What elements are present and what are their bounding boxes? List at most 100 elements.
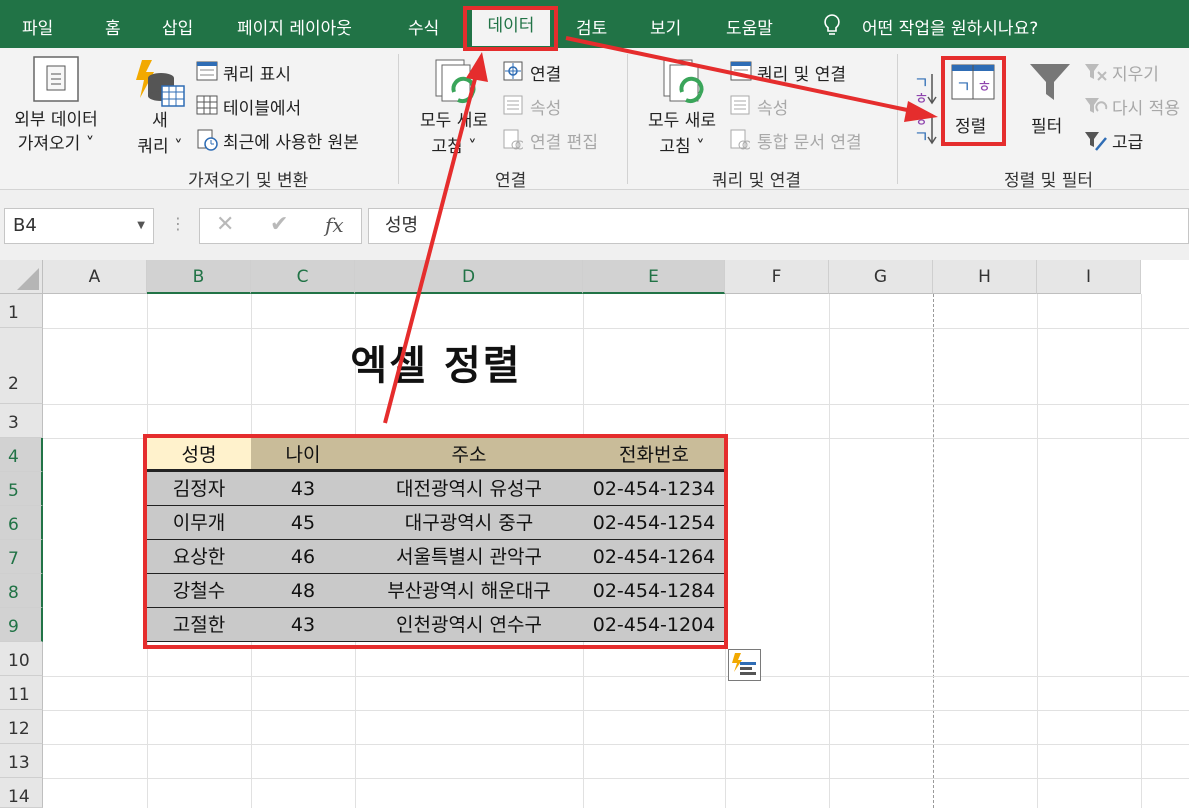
column-header-g[interactable]: G: [829, 260, 933, 294]
highlight-box-table: [143, 434, 728, 649]
row-header-5[interactable]: 5: [0, 472, 43, 506]
name-box-value: B4: [13, 215, 37, 236]
row-header-4[interactable]: 4: [0, 438, 43, 472]
insert-function-icon[interactable]: fx: [325, 213, 344, 237]
quick-analysis-icon: [732, 653, 756, 675]
column-header-b[interactable]: B: [147, 260, 251, 294]
gridline: [1037, 294, 1038, 808]
group-title-queries-connections: 쿼리 및 연결: [712, 171, 802, 191]
tell-me-search[interactable]: 어떤 작업을 원하시나요?: [862, 14, 1038, 39]
reapply-icon: [1085, 98, 1108, 113]
gridline: [43, 778, 1189, 779]
clear-filter-icon: [1085, 64, 1107, 81]
cancel-icon[interactable]: ✕: [216, 212, 234, 237]
select-all-corner[interactable]: [0, 260, 43, 294]
properties-button-2[interactable]: 속성: [757, 94, 788, 119]
lightbulb-icon: [824, 14, 840, 35]
gridline: [43, 676, 1189, 677]
refresh-all-label-3: 모두 새로: [648, 111, 716, 131]
gridline: [829, 294, 830, 808]
group-title-sort-filter: 정렬 및 필터: [1004, 171, 1094, 191]
edit-links-button[interactable]: 연결 편집: [530, 128, 598, 153]
properties-icon: [503, 95, 523, 115]
group-title-get-transform: 가져오기 및 변환: [188, 171, 309, 191]
row-header-3[interactable]: 3: [0, 404, 43, 438]
column-header-e[interactable]: E: [583, 260, 725, 294]
row-header-9[interactable]: 9: [0, 608, 43, 642]
svg-text:ㄱ: ㄱ: [914, 127, 929, 146]
tab-page-layout[interactable]: 페이지 레이아웃: [237, 14, 352, 39]
column-header-c[interactable]: C: [251, 260, 355, 294]
tab-file[interactable]: 파일: [22, 14, 53, 39]
row-header-12[interactable]: 12: [0, 710, 43, 744]
row-header-7[interactable]: 7: [0, 540, 43, 574]
row-header-8[interactable]: 8: [0, 574, 43, 608]
column-header-h[interactable]: H: [933, 260, 1037, 294]
svg-text:ㅎ: ㅎ: [914, 89, 929, 108]
reapply-button[interactable]: 다시 적용: [1112, 94, 1180, 119]
queries-connections-icon: [730, 61, 752, 81]
name-box[interactable]: B4 ▼: [4, 208, 154, 244]
filter-icon: [1030, 64, 1070, 100]
formula-input[interactable]: 성명: [368, 208, 1189, 244]
refresh-all-icon-2: [663, 59, 704, 104]
queries-connections-button[interactable]: 쿼리 및 연결: [757, 60, 846, 85]
group-title-connections: 연결: [495, 171, 527, 191]
workbook-links-button[interactable]: 통합 문서 연결: [757, 128, 862, 153]
advanced-filter-button[interactable]: 고급: [1112, 128, 1143, 153]
advanced-filter-icon: [1085, 132, 1107, 151]
new-query-label-2: 쿼리 ˅: [137, 137, 183, 157]
row-header-14[interactable]: 14: [0, 778, 43, 808]
refresh-all-label: 모두 새로: [420, 111, 488, 131]
workbook-links-icon: [730, 129, 750, 150]
select-all-triangle-icon: [17, 268, 39, 290]
row-header-13[interactable]: 13: [0, 744, 43, 778]
tab-review[interactable]: 검토: [576, 14, 607, 39]
chevron-down-icon[interactable]: ▼: [137, 209, 145, 243]
external-data-button[interactable]: 외부 데이터 가져오기 ˅: [8, 108, 104, 156]
group-separator-2: [627, 54, 628, 184]
column-header-d[interactable]: D: [355, 260, 583, 294]
row-header-11[interactable]: 11: [0, 676, 43, 710]
clear-filter-button[interactable]: 지우기: [1112, 60, 1159, 85]
row-header-1[interactable]: 1: [0, 294, 43, 328]
tab-home[interactable]: 홈: [105, 14, 121, 39]
confirm-icon[interactable]: ✔: [270, 212, 288, 237]
gridline: [1141, 294, 1142, 808]
highlight-box-sort: [941, 56, 1006, 146]
refresh-all-icon: [435, 59, 476, 104]
group-separator: [398, 54, 399, 184]
row-header-2[interactable]: 2: [0, 328, 43, 404]
filter-button[interactable]: 필터: [1031, 112, 1062, 137]
refresh-all-button[interactable]: 모두 새로 고침 ˅: [412, 108, 496, 160]
row-header-10[interactable]: 10: [0, 642, 43, 676]
gridline: [43, 710, 1189, 711]
connections-button[interactable]: 연결: [530, 60, 561, 85]
row-header-6[interactable]: 6: [0, 506, 43, 540]
new-query-icon: [136, 60, 185, 107]
highlight-box-data-tab: [463, 6, 558, 51]
recent-sources-button[interactable]: 최근에 사용한 원본: [223, 128, 359, 153]
formula-bar: B4 ▼ ⋮ ✕ ✔ fx 성명: [0, 190, 1189, 260]
tab-view[interactable]: 보기: [650, 14, 681, 39]
refresh-all-label-4: 고침 ˅: [659, 137, 705, 157]
from-table-button[interactable]: 테이블에서: [223, 94, 301, 119]
external-data-icon: [33, 56, 79, 102]
tab-formulas[interactable]: 수식: [408, 14, 439, 39]
tab-help[interactable]: 도움말: [726, 14, 773, 39]
properties-button[interactable]: 속성: [530, 94, 561, 119]
refresh-all-button-2[interactable]: 모두 새로 고침 ˅: [640, 108, 724, 160]
show-queries-button[interactable]: 쿼리 표시: [223, 60, 291, 85]
external-data-label: 외부 데이터: [14, 110, 98, 130]
quick-analysis-button[interactable]: [728, 649, 761, 681]
sort-asc-desc-icon: ㄱ ㅎ ㅎ ㄱ: [914, 73, 937, 146]
gridline: [43, 744, 1189, 745]
refresh-all-label-2: 고침 ˅: [431, 137, 477, 157]
new-query-button[interactable]: 새 쿼리 ˅: [128, 108, 192, 160]
column-header-f[interactable]: F: [725, 260, 829, 294]
column-header-i[interactable]: I: [1037, 260, 1141, 294]
formula-bar-resize-handle[interactable]: ⋮: [170, 214, 186, 233]
menu-bar: 파일 홈 삽입 페이지 레이아웃 수식 데이터 검토 보기 도움말 어떤 작업을…: [0, 0, 1189, 48]
column-header-a[interactable]: A: [43, 260, 147, 294]
tab-insert[interactable]: 삽입: [162, 14, 193, 39]
